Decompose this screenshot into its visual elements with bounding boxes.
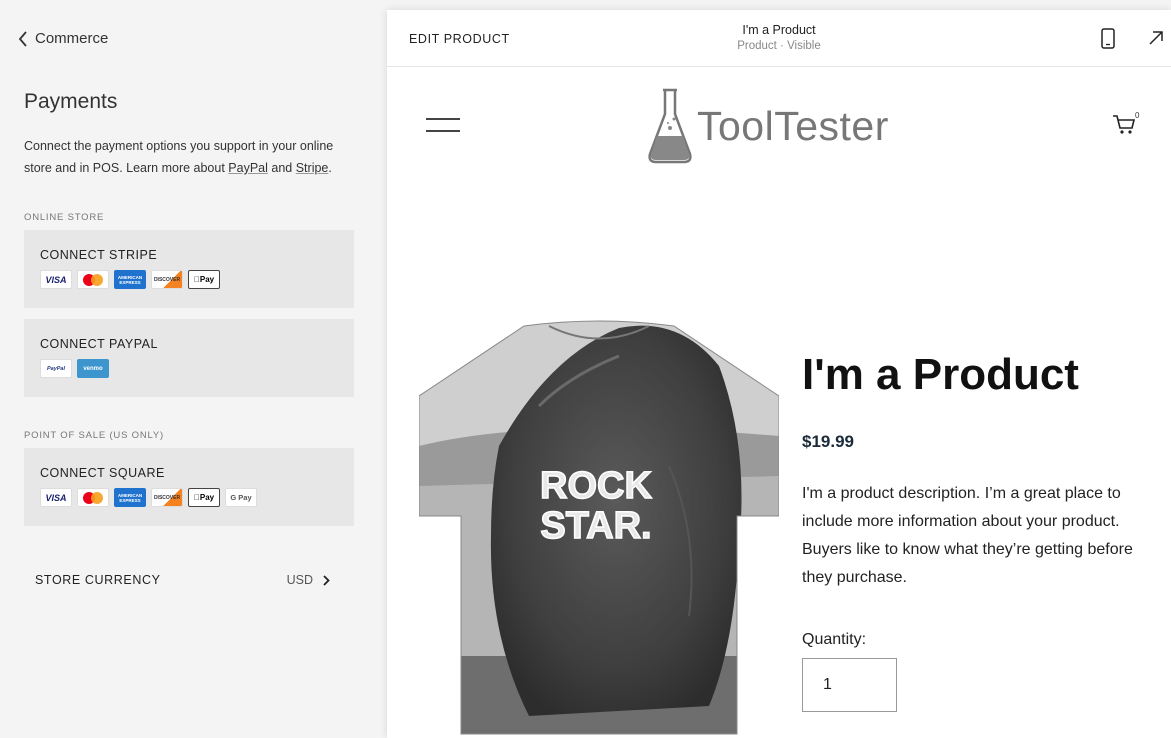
visa-icon: VISA [40, 488, 72, 507]
quantity-input[interactable] [802, 658, 897, 712]
connect-paypal-title: CONNECT PAYPAL [40, 337, 158, 351]
online-store-label: ONLINE STORE [24, 212, 105, 223]
google-pay-icon: G Pay [225, 488, 257, 507]
star-text: STAR. [540, 505, 651, 547]
chevron-left-icon [18, 30, 27, 47]
open-external-icon[interactable] [1148, 30, 1164, 46]
store-currency-value: USD [286, 573, 313, 587]
venmo-icon: venmo [77, 359, 109, 378]
page-status: Product · Visible [737, 40, 821, 52]
flask-icon [648, 88, 692, 164]
preview-topbar: EDIT PRODUCT I'm a Product Product · Vis… [387, 10, 1171, 67]
amex-icon: AMERICAN EXPRESS [114, 270, 146, 289]
connect-stripe-title: CONNECT STRIPE [40, 248, 158, 262]
store-currency-label: STORE CURRENCY [35, 573, 161, 587]
settings-panel: Commerce Payments Connect the payment op… [0, 0, 378, 738]
amex-icon: AMERICAN EXPRESS [114, 488, 146, 507]
quantity-label: Quantity: [802, 631, 867, 648]
logo-text: ToolTester [697, 103, 889, 149]
chevron-right-icon [323, 574, 330, 586]
connect-square-card[interactable]: CONNECT SQUARE VISA AMERICAN EXPRESS DIS… [24, 448, 354, 526]
apple-pay-icon: Pay [188, 270, 220, 289]
connect-square-title: CONNECT SQUARE [40, 466, 165, 480]
store-currency-row[interactable]: STORE CURRENCY USD [35, 573, 330, 587]
site-logo[interactable]: ToolTester [647, 88, 889, 164]
payments-description: Connect the payment options you support … [24, 139, 334, 175]
cart-count: 0 [1135, 111, 1140, 120]
menu-icon[interactable] [426, 118, 460, 142]
connect-stripe-card[interactable]: CONNECT STRIPE VISA AMERICAN EXPRESS DIS… [24, 230, 354, 308]
square-payment-badges: VISA AMERICAN EXPRESS DISCOVER Pay G Pa… [40, 488, 338, 507]
product-name: I'm a Product [802, 350, 1079, 399]
paypal-payment-badges: PayPal venmo [40, 359, 338, 378]
site-preview: EDIT PRODUCT I'm a Product Product · Vis… [387, 10, 1171, 738]
page-title: Payments [24, 90, 118, 113]
mastercard-icon [77, 488, 109, 507]
stripe-learn-link[interactable]: Stripe [296, 161, 329, 175]
page-info: I'm a Product Product · Visible [387, 23, 1171, 52]
discover-icon: DISCOVER [151, 488, 183, 507]
back-label: Commerce [35, 30, 109, 47]
back-to-commerce-link[interactable]: Commerce [18, 30, 108, 47]
cart-icon[interactable] [1112, 113, 1136, 135]
pos-label: POINT OF SALE (US ONLY) [24, 430, 164, 441]
paypal-icon: PayPal [40, 359, 72, 378]
visa-icon: VISA [40, 270, 72, 289]
product-description: I'm a product description. I’m a great p… [802, 485, 1133, 586]
apple-pay-icon: Pay [188, 488, 220, 507]
product-price: $19.99 [802, 432, 854, 451]
mastercard-icon [77, 270, 109, 289]
product-image[interactable]: ROCK STAR. [419, 316, 779, 738]
mobile-preview-icon[interactable] [1101, 28, 1115, 49]
rock-text: ROCK [540, 465, 652, 507]
page-name: I'm a Product [742, 23, 816, 37]
discover-icon: DISCOVER [151, 270, 183, 289]
paypal-learn-link[interactable]: PayPal [228, 161, 268, 175]
stripe-payment-badges: VISA AMERICAN EXPRESS DISCOVER Pay [40, 270, 338, 289]
connect-paypal-card[interactable]: CONNECT PAYPAL PayPal venmo [24, 319, 354, 397]
